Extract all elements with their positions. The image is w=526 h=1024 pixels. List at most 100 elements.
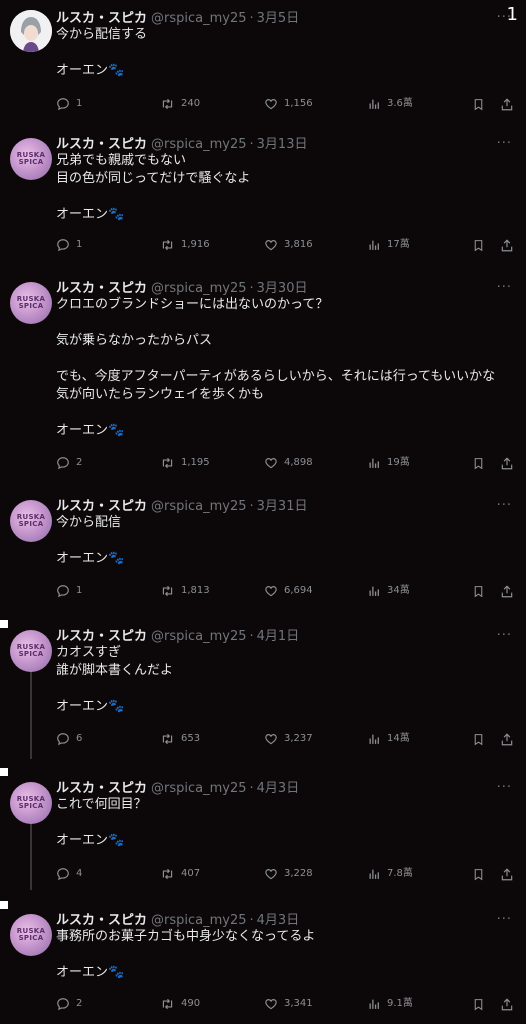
like-button[interactable]: 6,694 [264, 582, 313, 600]
bookmark-button[interactable] [472, 995, 485, 1013]
tweet-date[interactable]: 3月30日 [257, 281, 308, 296]
like-button[interactable]: 3,228 [264, 865, 313, 883]
more-options-icon[interactable]: ··· [497, 10, 512, 25]
tweet-actions: 1 240 1,156 3.6萬 [56, 95, 516, 113]
thread-marker [0, 768, 8, 776]
avatar[interactable]: RUSKA SPICA [10, 282, 52, 324]
views-button[interactable]: 34萬 [368, 582, 410, 600]
views-button[interactable]: 14萬 [368, 730, 410, 748]
avatar[interactable] [10, 10, 52, 52]
views-icon [368, 584, 381, 598]
retweet-button[interactable]: 240 [160, 95, 200, 113]
views-button[interactable]: 19萬 [368, 454, 410, 472]
reply-button[interactable]: 4 [56, 865, 82, 883]
share-button[interactable] [500, 454, 514, 472]
tweet-date[interactable]: 4月1日 [257, 629, 300, 644]
display-name[interactable]: ルスカ・スピカ [56, 11, 147, 26]
avatar[interactable]: RUSKA SPICA [10, 138, 52, 180]
thread-line [30, 664, 32, 759]
retweet-button[interactable]: 1,195 [160, 454, 210, 472]
heart-icon [264, 584, 278, 598]
retweet-button[interactable]: 490 [160, 995, 200, 1013]
avatar[interactable]: RUSKA SPICA [10, 782, 52, 824]
tweet-text: カオスすぎ 誰が脚本書くんだよ オーエン🐾 [56, 645, 174, 714]
display-name[interactable]: ルスカ・スピカ [56, 281, 147, 296]
display-name[interactable]: ルスカ・スピカ [56, 137, 147, 152]
more-options-icon[interactable]: ··· [497, 136, 512, 151]
more-options-icon[interactable]: ··· [497, 280, 512, 295]
views-icon [368, 97, 381, 111]
like-button[interactable]: 3,341 [264, 995, 313, 1013]
user-handle[interactable]: @rspica_my25 [151, 281, 247, 296]
more-options-icon[interactable]: ··· [497, 628, 512, 643]
tweet-date[interactable]: 3月31日 [257, 499, 308, 514]
tweet-actions: 6 653 3,237 14萬 [56, 730, 516, 748]
retweet-button[interactable]: 1,813 [160, 582, 210, 600]
reply-button[interactable]: 2 [56, 995, 82, 1013]
display-name[interactable]: ルスカ・スピカ [56, 781, 147, 796]
like-count: 3,816 [284, 239, 313, 250]
retweet-icon [160, 997, 175, 1011]
like-button[interactable]: 4,898 [264, 454, 313, 472]
display-name[interactable]: ルスカ・スピカ [56, 913, 147, 928]
bookmark-button[interactable] [472, 95, 485, 113]
bookmark-button[interactable] [472, 454, 485, 472]
separator-dot: · [249, 629, 254, 644]
tweet-text: 今から配信 オーエン🐾 [56, 515, 125, 566]
retweet-icon [160, 97, 175, 111]
views-button[interactable]: 9.1萬 [368, 995, 413, 1013]
like-button[interactable]: 3,816 [264, 236, 313, 254]
views-icon [368, 456, 381, 470]
avatar[interactable]: RUSKA SPICA [10, 630, 52, 672]
retweet-button[interactable]: 653 [160, 730, 200, 748]
reply-button[interactable]: 1 [56, 582, 82, 600]
share-button[interactable] [500, 236, 514, 254]
tweet-date[interactable]: 4月3日 [257, 781, 300, 796]
tweet-actions: 1 1,813 6,694 34萬 [56, 582, 516, 600]
display-name[interactable]: ルスカ・スピカ [56, 499, 147, 514]
bookmark-button[interactable] [472, 865, 485, 883]
reply-count: 1 [76, 585, 83, 596]
share-button[interactable] [500, 865, 514, 883]
reply-button[interactable]: 1 [56, 236, 82, 254]
like-button[interactable]: 1,156 [264, 95, 313, 113]
user-handle[interactable]: @rspica_my25 [151, 781, 247, 796]
reply-button[interactable]: 2 [56, 454, 82, 472]
user-handle[interactable]: @rspica_my25 [151, 913, 247, 928]
share-button[interactable] [500, 730, 514, 748]
views-button[interactable]: 17萬 [368, 236, 410, 254]
share-icon [500, 456, 514, 471]
views-button[interactable]: 7.8萬 [368, 865, 413, 883]
user-handle[interactable]: @rspica_my25 [151, 137, 247, 152]
bookmark-button[interactable] [472, 236, 485, 254]
heart-icon [264, 732, 278, 746]
retweet-count: 653 [181, 733, 201, 744]
user-handle[interactable]: @rspica_my25 [151, 499, 247, 514]
retweet-button[interactable]: 1,916 [160, 236, 210, 254]
tweet-date[interactable]: 3月13日 [257, 137, 308, 152]
retweet-count: 240 [181, 98, 201, 109]
bookmark-button[interactable] [472, 730, 485, 748]
avatar[interactable]: RUSKA SPICA [10, 914, 52, 956]
views-button[interactable]: 3.6萬 [368, 95, 413, 113]
share-button[interactable] [500, 582, 514, 600]
reply-button[interactable]: 1 [56, 95, 82, 113]
avatar[interactable]: RUSKA SPICA [10, 500, 52, 542]
like-count: 1,156 [284, 98, 313, 109]
tweet-date[interactable]: 4月3日 [257, 913, 300, 928]
more-options-icon[interactable]: ··· [497, 912, 512, 927]
like-count: 4,898 [284, 457, 313, 468]
bookmark-button[interactable] [472, 582, 485, 600]
more-options-icon[interactable]: ··· [497, 780, 512, 795]
tweet-date[interactable]: 3月5日 [257, 11, 300, 26]
display-name[interactable]: ルスカ・スピカ [56, 629, 147, 644]
share-button[interactable] [500, 995, 514, 1013]
more-options-icon[interactable]: ··· [497, 498, 512, 513]
reply-button[interactable]: 6 [56, 730, 82, 748]
retweet-button[interactable]: 407 [160, 865, 200, 883]
user-handle[interactable]: @rspica_my25 [151, 11, 247, 26]
like-button[interactable]: 3,237 [264, 730, 313, 748]
user-handle[interactable]: @rspica_my25 [151, 629, 247, 644]
share-button[interactable] [500, 95, 514, 113]
view-count: 14萬 [387, 733, 410, 744]
